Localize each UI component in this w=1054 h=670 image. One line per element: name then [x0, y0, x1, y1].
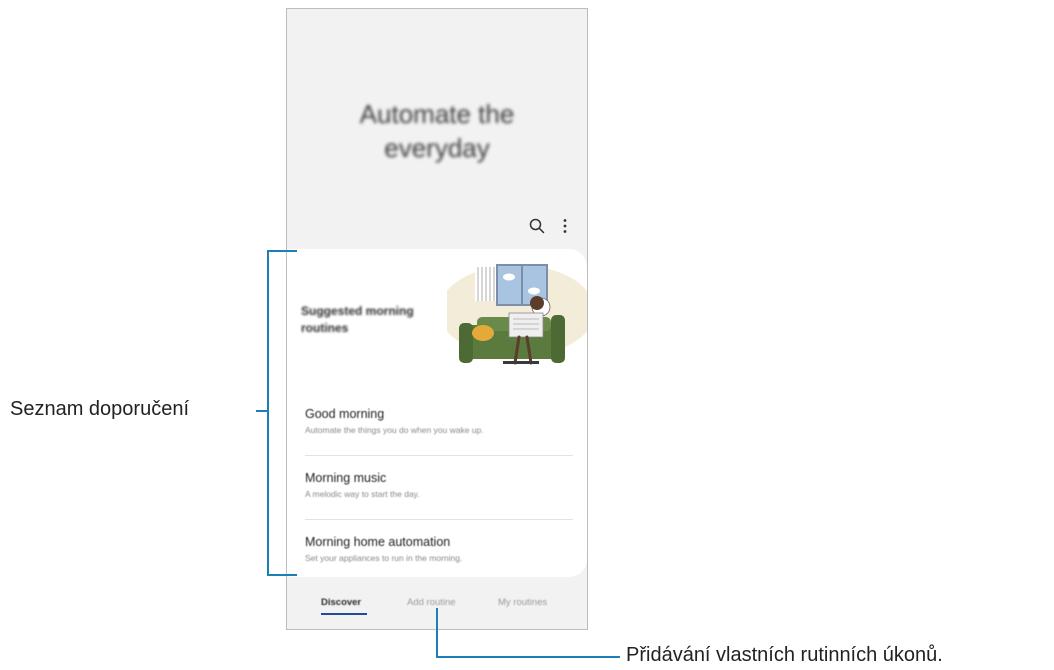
- card-heading: Suggested morning routines: [301, 304, 414, 335]
- callout-recommendations-label: Seznam doporučení: [10, 398, 190, 420]
- list-item-description: Set your appliances to run in the mornin…: [305, 553, 463, 563]
- list-item-title: Morning home automation: [305, 535, 451, 549]
- callout-bracket: [267, 250, 269, 576]
- hero-title-line1: Automate the: [359, 99, 515, 129]
- callout-line: [436, 656, 620, 658]
- divider: [305, 455, 573, 456]
- suggested-routines-card: Suggested morning routines Good morning …: [287, 249, 587, 577]
- search-icon[interactable]: [528, 217, 546, 235]
- active-tab-indicator: [321, 613, 367, 615]
- list-item-description: Automate the things you do when you wake…: [305, 425, 484, 435]
- list-item-title: Morning music: [305, 471, 387, 485]
- list-item[interactable]: Morning home automation Set your applian…: [305, 535, 571, 563]
- callout-bracket-top: [267, 250, 297, 252]
- divider: [305, 519, 573, 520]
- tab-my-routines[interactable]: My routines: [498, 597, 547, 608]
- list-item-title: Good morning: [305, 407, 385, 421]
- page-title: Automate the everyday: [287, 97, 587, 165]
- callout-add-routine-label: Přidávání vlastních rutinních úkonů.: [626, 644, 943, 666]
- list-item[interactable]: Good morning Automate the things you do …: [305, 407, 571, 435]
- list-item[interactable]: Morning music A melodic way to start the…: [305, 471, 571, 499]
- hero-title-line2: everyday: [384, 133, 490, 163]
- callout-line: [436, 608, 438, 658]
- tab-discover[interactable]: Discover: [321, 597, 361, 608]
- list-item-description: A melodic way to start the day.: [305, 489, 420, 499]
- tab-add-routine[interactable]: Add routine: [407, 597, 456, 608]
- morning-illustration: [447, 264, 587, 365]
- phone-screen: Automate the everyday Suggested morning …: [286, 8, 588, 630]
- more-vert-icon[interactable]: [556, 217, 574, 235]
- callout-bracket-bottom: [267, 574, 297, 576]
